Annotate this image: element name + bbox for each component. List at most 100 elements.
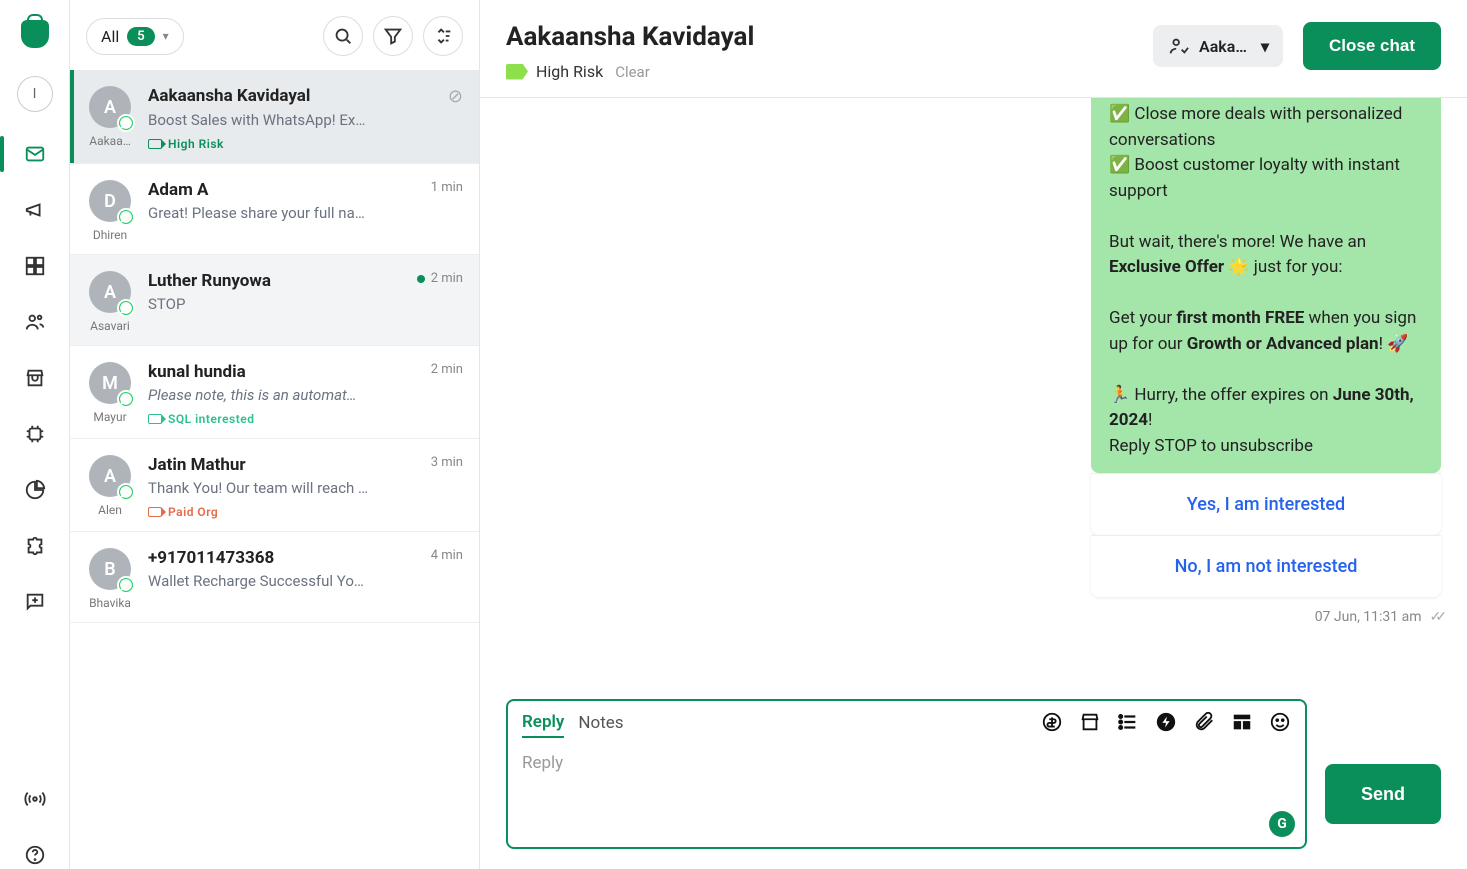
conversation-name: Jatin Mathur bbox=[148, 455, 246, 475]
list-icon[interactable] bbox=[1117, 711, 1139, 739]
conversation-preview: STOP bbox=[148, 295, 388, 313]
conversation-name: Adam A bbox=[148, 180, 208, 200]
chevron-down-icon: ▾ bbox=[1261, 37, 1269, 56]
whatsapp-badge-icon bbox=[117, 576, 135, 594]
checkmark-icon: ✅ bbox=[1109, 104, 1130, 124]
close-icon[interactable]: ⊘ bbox=[448, 86, 463, 107]
tag-icon bbox=[148, 139, 162, 149]
whatsapp-badge-icon bbox=[117, 299, 135, 317]
sort-button[interactable] bbox=[423, 16, 463, 56]
chat-header: Aakaansha Kavidayal High Risk Clear Aaka… bbox=[480, 0, 1467, 98]
conversation-list: A Aakaa… Aakaansha Kavidayal ⊘ Boost Sal… bbox=[70, 70, 479, 869]
nav-extensions[interactable] bbox=[21, 532, 49, 560]
message-bubble: ✅ Close more deals with personalized con… bbox=[1091, 98, 1441, 473]
broadcast-icon bbox=[24, 788, 46, 810]
conversation-tag: Paid Org bbox=[148, 505, 463, 519]
store-icon bbox=[24, 367, 46, 389]
nav-reports[interactable] bbox=[21, 476, 49, 504]
conversation-item[interactable]: A Aakaa… Aakaansha Kavidayal ⊘ Boost Sal… bbox=[70, 70, 479, 164]
avatar: A bbox=[89, 455, 131, 497]
nav-templates[interactable] bbox=[21, 588, 49, 616]
conversation-item[interactable]: M Mayur kunal hundia 2 min Please note, … bbox=[70, 346, 479, 439]
catalog-icon[interactable] bbox=[1079, 711, 1101, 739]
double-check-icon: ✓✓ bbox=[1430, 609, 1441, 625]
nav-integrations[interactable] bbox=[21, 420, 49, 448]
people-icon bbox=[24, 311, 46, 333]
chip-icon bbox=[24, 423, 46, 445]
nav-help[interactable] bbox=[21, 841, 49, 869]
chat-panel: Aakaansha Kavidayal High Risk Clear Aaka… bbox=[480, 0, 1467, 869]
chat-body: ✅ Close more deals with personalized con… bbox=[480, 98, 1467, 685]
avatar: A bbox=[89, 271, 131, 313]
quick-reply-no[interactable]: No, I am not interested bbox=[1091, 535, 1441, 597]
assignee-label: Asavari bbox=[90, 319, 130, 333]
avatar: B bbox=[89, 548, 131, 590]
tab-reply[interactable]: Reply bbox=[522, 712, 564, 738]
help-icon bbox=[24, 844, 46, 866]
filter-button[interactable] bbox=[373, 16, 413, 56]
user-avatar[interactable]: I bbox=[17, 76, 53, 112]
tag-icon bbox=[148, 414, 162, 424]
conversation-panel: All 5 ▾ A Aakaa… Aakaansha Kavidayal ⊘ B… bbox=[70, 0, 480, 869]
grid-icon bbox=[24, 255, 46, 277]
app-logo-icon[interactable] bbox=[21, 20, 49, 48]
nav-campaigns[interactable] bbox=[21, 196, 49, 224]
conversation-item[interactable]: A Asavari Luther Runyowa 2 min STOP bbox=[70, 255, 479, 346]
payment-icon[interactable] bbox=[1041, 711, 1063, 739]
chat-tag[interactable]: High Risk bbox=[506, 62, 603, 81]
reply-input[interactable] bbox=[522, 753, 1291, 837]
assignee-label: Mayur bbox=[93, 410, 126, 424]
conversation-tag: SQL interested bbox=[148, 412, 463, 426]
conversation-time: 2 min bbox=[417, 271, 463, 286]
unread-dot-icon bbox=[417, 275, 425, 283]
conversation-header: All 5 ▾ bbox=[70, 0, 479, 70]
search-button[interactable] bbox=[323, 16, 363, 56]
clear-tag-button[interactable]: Clear bbox=[615, 63, 650, 81]
conversation-item[interactable]: B Bhavika +917011473368 4 min Wallet Rec… bbox=[70, 532, 479, 623]
close-chat-button[interactable]: Close chat bbox=[1303, 22, 1441, 70]
assignee-label: Alen bbox=[98, 503, 122, 517]
conversation-tag: High Risk bbox=[148, 137, 463, 151]
chat-tag-label: High Risk bbox=[536, 62, 603, 81]
conversation-preview: Great! Please share your full na… bbox=[148, 204, 388, 222]
avatar: A bbox=[89, 86, 131, 128]
attachment-icon[interactable] bbox=[1193, 711, 1215, 739]
conversation-name: +917011473368 bbox=[148, 548, 274, 568]
conversation-time: ⊘ bbox=[442, 86, 463, 107]
conversation-time: 3 min bbox=[431, 455, 463, 470]
avatar: M bbox=[89, 362, 131, 404]
search-icon bbox=[332, 25, 354, 47]
sort-icon bbox=[432, 25, 454, 47]
nav-broadcast[interactable] bbox=[21, 785, 49, 813]
conversation-time: 2 min bbox=[431, 362, 463, 377]
whatsapp-badge-icon bbox=[117, 208, 135, 226]
conversation-preview: Boost Sales with WhatsApp! Ex… bbox=[148, 111, 388, 129]
emoji-icon[interactable] bbox=[1269, 711, 1291, 739]
nav-inbox[interactable] bbox=[21, 140, 49, 168]
quick-reply-icon[interactable] bbox=[1155, 711, 1177, 739]
assign-icon bbox=[1167, 35, 1189, 57]
conversation-name: Aakaansha Kavidayal bbox=[148, 86, 310, 106]
grammarly-icon[interactable]: G bbox=[1269, 811, 1295, 837]
nav-people[interactable] bbox=[21, 308, 49, 336]
whatsapp-badge-icon bbox=[117, 390, 135, 408]
whatsapp-badge-icon bbox=[117, 483, 135, 501]
sidebar-nav: I bbox=[0, 0, 70, 869]
assignee-dropdown[interactable]: Aaka… ▾ bbox=[1153, 25, 1283, 67]
nav-apps[interactable] bbox=[21, 252, 49, 280]
message-timestamp: 07 Jun, 11:31 am ✓✓ bbox=[1315, 597, 1441, 629]
puzzle-icon bbox=[24, 535, 46, 557]
tab-notes[interactable]: Notes bbox=[578, 713, 623, 737]
composer-area: Reply Notes G Send bbox=[480, 685, 1467, 869]
quick-reply-yes[interactable]: Yes, I am interested bbox=[1091, 473, 1441, 535]
megaphone-icon bbox=[24, 199, 46, 221]
conversation-name: Luther Runyowa bbox=[148, 271, 271, 291]
filter-count: 5 bbox=[127, 27, 154, 46]
filter-all[interactable]: All 5 ▾ bbox=[86, 18, 184, 55]
conversation-item[interactable]: D Dhiren Adam A 1 min Great! Please shar… bbox=[70, 164, 479, 255]
nav-store[interactable] bbox=[21, 364, 49, 392]
conversation-preview: Wallet Recharge Successful Yo… bbox=[148, 572, 388, 590]
conversation-item[interactable]: A Alen Jatin Mathur 3 min Thank You! Our… bbox=[70, 439, 479, 532]
send-button[interactable]: Send bbox=[1325, 764, 1441, 824]
template-icon[interactable] bbox=[1231, 711, 1253, 739]
